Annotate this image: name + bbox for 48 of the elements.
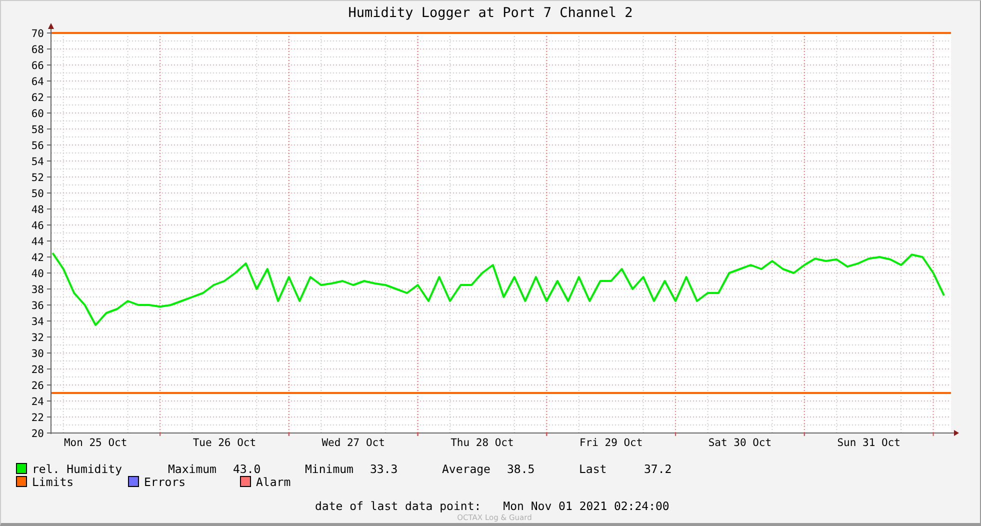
stat-value: 43.0 [233, 462, 261, 476]
y-tick-label: 58 [31, 124, 44, 136]
y-tick-label: 48 [31, 204, 44, 216]
legend-label: Errors [144, 474, 186, 488]
y-tick-label: 34 [31, 316, 44, 328]
y-tick-label: 70 [31, 28, 44, 40]
stat-value: 38.5 [507, 462, 535, 476]
y-tick-label: 44 [31, 236, 44, 248]
y-tick-label: 40 [31, 268, 44, 280]
y-tick-label: 56 [31, 140, 44, 152]
stat-label: Minimum [305, 462, 354, 476]
y-tick-label: 36 [31, 300, 44, 312]
y-tick-label: 26 [31, 380, 44, 392]
stat-value: 33.3 [370, 462, 398, 476]
x-tick-label: Tue 26 Oct [192, 437, 256, 449]
y-tick-label: 64 [31, 76, 44, 88]
x-tick-label: Wed 27 Oct [322, 437, 385, 449]
y-tick-label: 68 [31, 44, 44, 56]
stat-value: 37.2 [644, 462, 672, 476]
y-tick-label: 54 [31, 156, 44, 168]
y-tick-label: 42 [31, 252, 44, 264]
y-tick-label: 22 [31, 412, 44, 424]
y-tick-label: 50 [31, 188, 44, 200]
stat-label: Last [579, 462, 608, 476]
y-tick-label: 60 [31, 108, 44, 120]
y-tick-label: 38 [31, 284, 44, 296]
y-tick-label: 28 [31, 364, 44, 376]
last-data-label: date of last data point: [315, 499, 482, 513]
x-tick-label: Sun 31 Oct [837, 437, 900, 449]
x-tick-label: Mon 25 Oct [64, 437, 128, 449]
stat-label: Maximum [168, 462, 218, 476]
y-tick-label: 32 [31, 332, 44, 344]
x-tick-label: Fri 29 Oct [579, 437, 643, 449]
x-tick-label: Thu 28 Oct [450, 437, 514, 449]
legend-label: rel. Humidity [32, 462, 122, 476]
y-tick-label: 52 [31, 172, 44, 184]
y-tick-label: 62 [31, 92, 44, 104]
y-tick-label: 24 [31, 396, 44, 408]
y-tick-label: 66 [31, 60, 44, 72]
x-tick-label: Sat 30 Oct [708, 437, 772, 449]
y-tick-label: 20 [31, 428, 44, 440]
y-tick-label: 30 [31, 348, 44, 360]
legend-label: Alarm [256, 474, 291, 488]
legend-label: Limits [32, 474, 74, 488]
last-data-value: Mon Nov 01 2021 02:24:00 [503, 499, 670, 513]
y-tick-label: 46 [31, 220, 44, 232]
chart-title: Humidity Logger at Port 7 Channel 2 [347, 4, 634, 22]
stat-label: Average [442, 462, 492, 476]
